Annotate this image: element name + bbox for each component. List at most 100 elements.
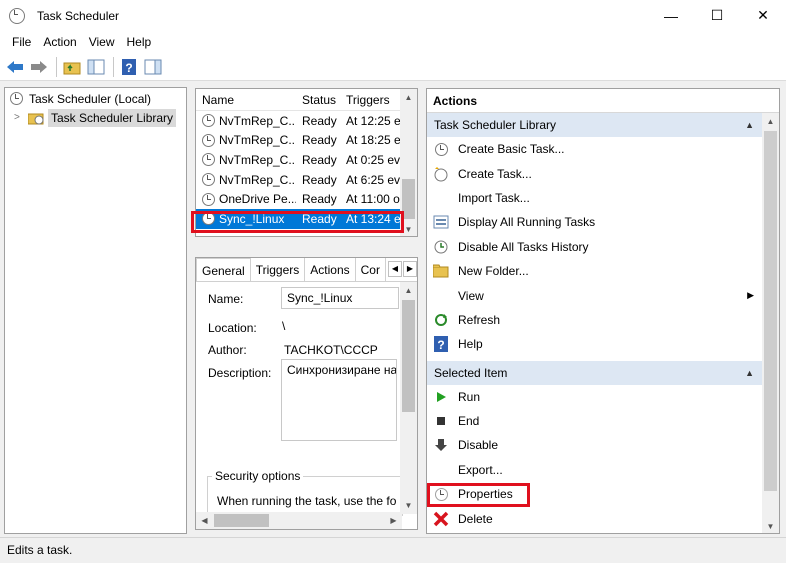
disable-icon xyxy=(433,437,449,453)
help-book-icon[interactable]: ? xyxy=(118,56,140,78)
menu-action[interactable]: Action xyxy=(37,35,82,49)
menu-help[interactable]: Help xyxy=(121,35,158,49)
action-disable-all-tasks-history[interactable]: Disable All Tasks History xyxy=(427,235,779,259)
task-trigger: At 6:25 ev xyxy=(346,172,400,187)
section-label: Selected Item xyxy=(434,365,508,380)
navigation-tree: Task Scheduler (Local) > Task Scheduler … xyxy=(4,87,187,534)
none xyxy=(433,190,449,206)
task-row[interactable]: NvTmRep_C... Ready At 12:25 e xyxy=(196,111,417,131)
section-task-scheduler-library[interactable]: Task Scheduler Library ▲ xyxy=(427,113,779,137)
toolbar-separator xyxy=(56,56,57,77)
action-label: Create Basic Task... xyxy=(458,142,565,157)
details-tabs: General Triggers Actions Cor ◀ ▶ xyxy=(196,258,417,282)
action-refresh[interactable]: Refresh xyxy=(427,308,779,332)
actions-title: Actions xyxy=(427,89,779,113)
security-text: When running the task, use the fo xyxy=(217,494,397,508)
section-label: Task Scheduler Library xyxy=(434,118,557,132)
section-selected-item[interactable]: Selected Item ▲ xyxy=(427,360,779,385)
task-clock-icon xyxy=(202,153,215,167)
task-row[interactable]: NvTmRep_C... Ready At 0:25 ev xyxy=(196,150,417,170)
collapse-icon[interactable]: ▲ xyxy=(745,368,754,378)
clock-icon xyxy=(10,92,23,105)
scroll-thumb[interactable] xyxy=(214,514,269,527)
minimize-button[interactable]: — xyxy=(648,0,694,31)
tab-actions[interactable]: Actions xyxy=(305,258,356,281)
svg-text:?: ? xyxy=(125,61,132,75)
task-name: OneDrive Pe... xyxy=(219,192,296,207)
menu-view[interactable]: View xyxy=(83,35,121,49)
tab-scroll-right-icon[interactable]: ▶ xyxy=(402,261,417,277)
action-label: Disable All Tasks History xyxy=(458,239,589,254)
task-clock-icon xyxy=(202,133,215,147)
show-hide-action-pane-icon[interactable] xyxy=(142,56,164,78)
delete-icon xyxy=(433,511,449,527)
task-row[interactable]: OneDrive Pe... Ready At 11:00 o xyxy=(196,189,417,209)
column-header-name[interactable]: Name xyxy=(196,93,296,107)
action-create-task[interactable]: Create Task... xyxy=(427,161,779,185)
action-delete[interactable]: Delete xyxy=(427,506,779,530)
task-status: Ready xyxy=(302,133,337,148)
action-disable[interactable]: Disable xyxy=(427,433,779,457)
task-row[interactable]: NvTmRep_C... Ready At 18:25 e xyxy=(196,131,417,151)
name-field[interactable]: Sync_!Linux xyxy=(281,287,399,309)
task-trigger: At 18:25 e xyxy=(346,133,400,148)
scroll-up-icon[interactable]: ▲ xyxy=(762,113,779,130)
action-create-basic-task[interactable]: Create Basic Task... xyxy=(427,137,779,161)
scroll-down-icon[interactable]: ▼ xyxy=(400,497,417,514)
tab-general[interactable]: General xyxy=(196,258,251,281)
collapse-icon[interactable]: ▲ xyxy=(745,120,754,130)
scroll-up-icon[interactable]: ▲ xyxy=(400,89,417,106)
tab-scroll-left-icon[interactable]: ◀ xyxy=(387,261,402,277)
name-label: Name: xyxy=(208,292,244,306)
clock-new-icon xyxy=(433,166,449,182)
details-scrollbar[interactable]: ▲ ▼ xyxy=(400,282,417,514)
maximize-button[interactable]: ☐ xyxy=(694,0,740,31)
task-name: NvTmRep_C... xyxy=(219,133,296,148)
menu-file[interactable]: File xyxy=(6,35,37,49)
action-help[interactable]: ? Help xyxy=(427,332,779,356)
location-value: \ xyxy=(282,319,286,333)
action-import-task[interactable]: Import Task... xyxy=(427,186,779,210)
scroll-thumb[interactable] xyxy=(764,131,777,491)
action-label: Delete xyxy=(458,511,493,526)
close-button[interactable]: ✕ xyxy=(740,0,786,31)
task-row[interactable]: NvTmRep_C... Ready At 6:25 ev xyxy=(196,170,417,190)
window-title: Task Scheduler xyxy=(37,8,120,23)
tree-item-root[interactable]: Task Scheduler (Local) xyxy=(5,89,186,108)
up-folder-icon[interactable] xyxy=(61,56,83,78)
action-export[interactable]: Export... xyxy=(427,458,779,482)
task-clock-icon xyxy=(202,173,215,187)
submenu-arrow-icon: ▶ xyxy=(747,290,754,301)
action-new-folder[interactable]: New Folder... xyxy=(427,259,779,283)
actions-scrollbar[interactable]: ▲ ▼ xyxy=(762,113,779,533)
scroll-right-icon[interactable]: ▶ xyxy=(385,512,402,529)
chevron-right-icon[interactable]: > xyxy=(14,112,24,123)
tree-item-library[interactable]: > Task Scheduler Library xyxy=(5,108,186,127)
task-status: Ready xyxy=(302,113,337,128)
action-display-all-running-tasks[interactable]: Display All Running Tasks xyxy=(427,210,779,234)
action-view[interactable]: View ▶ xyxy=(427,283,779,307)
tree-label: Task Scheduler (Local) xyxy=(29,91,152,106)
scroll-down-icon[interactable]: ▼ xyxy=(762,518,779,533)
svg-text:?: ? xyxy=(437,338,444,352)
tab-conditions[interactable]: Cor xyxy=(356,258,386,281)
show-hide-tree-icon[interactable] xyxy=(85,56,107,78)
forward-arrow-icon[interactable] xyxy=(28,56,50,78)
scroll-up-icon[interactable]: ▲ xyxy=(400,282,417,299)
column-header-triggers[interactable]: Triggers xyxy=(340,93,400,107)
back-arrow-icon[interactable] xyxy=(4,56,26,78)
details-hscrollbar[interactable]: ◀ ▶ xyxy=(196,512,402,529)
scroll-left-icon[interactable]: ◀ xyxy=(196,512,213,529)
column-header-status[interactable]: Status xyxy=(296,93,340,107)
security-options-label: Security options xyxy=(212,469,304,483)
task-clock-icon xyxy=(202,114,215,128)
description-field[interactable]: Синхронизиране на xyxy=(281,359,397,441)
action-run[interactable]: Run xyxy=(427,385,779,409)
action-end[interactable]: End xyxy=(427,409,779,433)
task-name: NvTmRep_C... xyxy=(219,152,296,167)
scroll-thumb[interactable] xyxy=(402,300,415,412)
action-label: Help xyxy=(458,337,483,352)
tab-triggers[interactable]: Triggers xyxy=(251,258,306,281)
status-bar: Edits a task. xyxy=(0,537,786,563)
none xyxy=(433,462,449,478)
